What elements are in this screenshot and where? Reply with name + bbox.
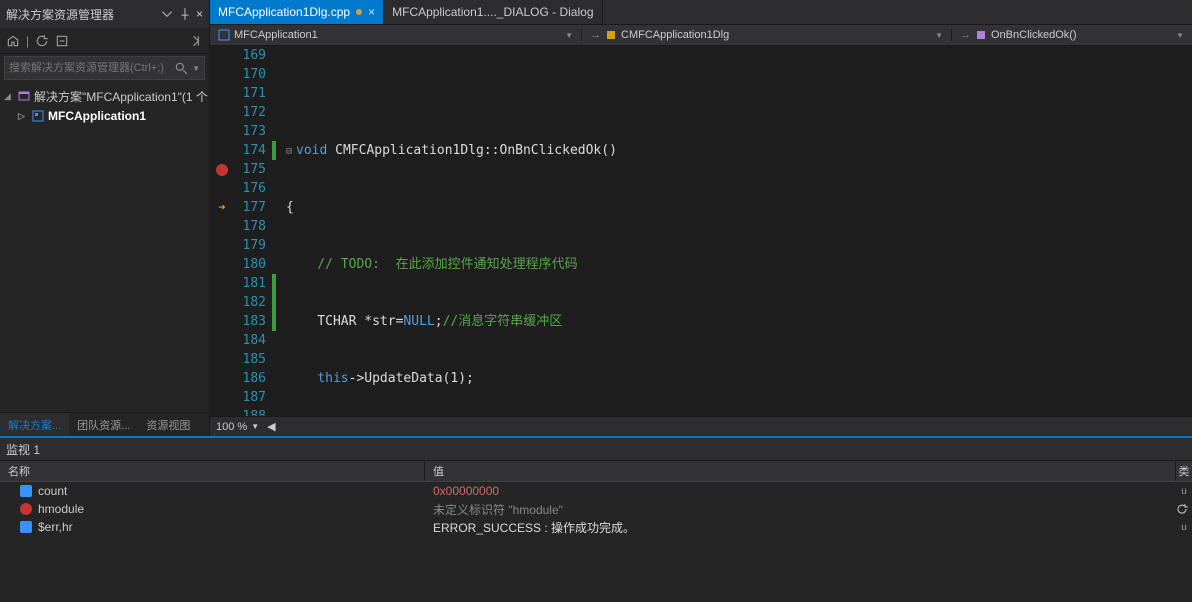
solution-search[interactable]: ▼	[4, 56, 205, 80]
zoom-dropdown-icon[interactable]: ▼	[251, 422, 259, 431]
solution-explorer: 解决方案资源管理器 × | ▼ ◢ 解决方案"MFCApplication1"(…	[0, 0, 210, 436]
code-area[interactable]: ➔ 16917017117217317417517617717817918018…	[210, 46, 1192, 416]
nav-function[interactable]: → OnBnClickedOk() ▼	[952, 29, 1192, 41]
glyph-margin[interactable]: ➔	[210, 46, 234, 416]
watch-rows: count 0x00000000 u hmodule 未定义标识符 "hmodu…	[0, 482, 1192, 602]
editor: MFCApplication1Dlg.cpp × MFCApplication1…	[210, 0, 1192, 436]
zoom-bar: 100 % ▼ ◀	[210, 416, 1192, 436]
tab-team[interactable]: 团队资源...	[69, 413, 138, 436]
col-name[interactable]: 名称	[0, 461, 425, 481]
code-text[interactable]: ⊟void CMFCApplication1Dlg::OnBnClickedOk…	[282, 46, 1192, 416]
code-nav-bar: MFCApplication1 ▼ → CMFCApplication1Dlg …	[210, 24, 1192, 46]
method-icon	[975, 29, 987, 41]
solution-tree: ◢ 解决方案"MFCApplication1"(1 个 ▷ MFCApplica…	[0, 82, 209, 130]
change-bar	[272, 46, 282, 416]
close-icon[interactable]: ×	[368, 5, 375, 19]
col-value[interactable]: 值	[425, 461, 1176, 481]
pin-icon[interactable]	[178, 7, 192, 21]
solution-search-input[interactable]	[5, 62, 170, 74]
watch-row[interactable]: hmodule 未定义标识符 "hmodule"	[0, 500, 1192, 518]
sidebar-tabs: 解决方案... 团队资源... 资源视图	[0, 412, 209, 436]
watch-row[interactable]: count 0x00000000 u	[0, 482, 1192, 500]
solution-explorer-title: 解决方案资源管理器	[6, 6, 156, 23]
project-icon	[218, 29, 230, 41]
solution-node[interactable]: ◢ 解决方案"MFCApplication1"(1 个	[0, 86, 209, 106]
zoom-level[interactable]: 100 %	[216, 421, 247, 433]
search-icon[interactable]	[174, 61, 188, 75]
solution-explorer-header: 解决方案资源管理器 ×	[0, 0, 209, 28]
watch-title: 监视 1	[0, 438, 1192, 460]
tab-file-1[interactable]: MFCApplication1Dlg.cpp ×	[210, 0, 384, 24]
nav-scope[interactable]: MFCApplication1 ▼	[210, 29, 582, 41]
variable-icon	[20, 485, 32, 497]
refresh-icon[interactable]	[1176, 503, 1188, 515]
variable-icon	[20, 521, 32, 533]
solution-icon	[18, 90, 30, 102]
close-icon[interactable]: ×	[196, 7, 203, 21]
line-numbers: 1691701711721731741751761771781791801811…	[234, 46, 272, 416]
watch-row[interactable]: $err,hr ERROR_SUCCESS : 操作成功完成。 u	[0, 518, 1192, 536]
breakpoint-icon[interactable]	[216, 164, 228, 176]
current-line-arrow-icon: ➔	[218, 198, 225, 217]
home-icon[interactable]	[6, 34, 20, 48]
col-type[interactable]: 类	[1176, 461, 1192, 481]
class-icon	[605, 29, 617, 41]
project-node[interactable]: ▷ MFCApplication1	[0, 106, 209, 126]
refresh-icon[interactable]	[35, 34, 49, 48]
properties-icon[interactable]	[189, 34, 203, 48]
tab-resource[interactable]: 资源视图	[138, 413, 198, 436]
watch-row-empty[interactable]	[0, 536, 1192, 554]
dropdown-icon[interactable]	[160, 7, 174, 21]
tab-file-2[interactable]: MFCApplication1...._DIALOG - Dialog	[384, 0, 602, 24]
editor-tabs: MFCApplication1Dlg.cpp × MFCApplication1…	[210, 0, 1192, 24]
watch-panel: 监视 1 名称 值 类 count 0x00000000 u hmodule 未…	[0, 436, 1192, 602]
collapse-icon[interactable]	[55, 34, 69, 48]
dirty-indicator-icon	[356, 9, 362, 15]
solution-explorer-toolbar: |	[0, 28, 209, 54]
nav-class[interactable]: → CMFCApplication1Dlg ▼	[582, 29, 952, 41]
project-icon	[32, 110, 44, 122]
error-icon	[20, 503, 32, 515]
tab-solution[interactable]: 解决方案...	[0, 413, 69, 436]
watch-columns: 名称 值 类	[0, 460, 1192, 482]
